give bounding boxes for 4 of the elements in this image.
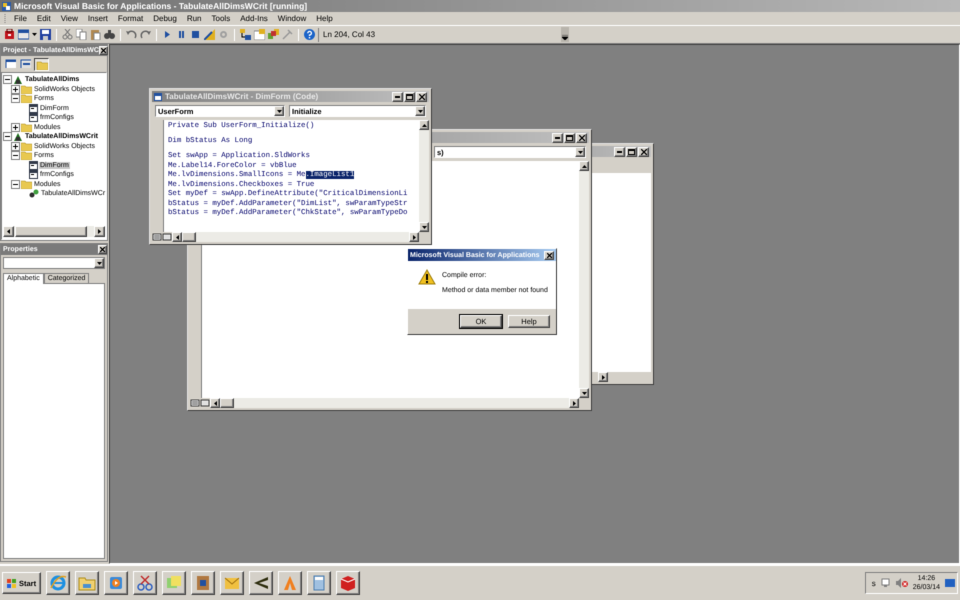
window-title: Microsoft Visual Basic for Applications - TabulateAllDimsWCrit [running] (14, 1, 308, 11)
tray-label: s (872, 578, 876, 588)
cursor-position: Ln 204, Col 43 (323, 30, 376, 39)
code-window-title: TabulateAllDimsWCrit - DimForm (Code) (165, 92, 318, 101)
